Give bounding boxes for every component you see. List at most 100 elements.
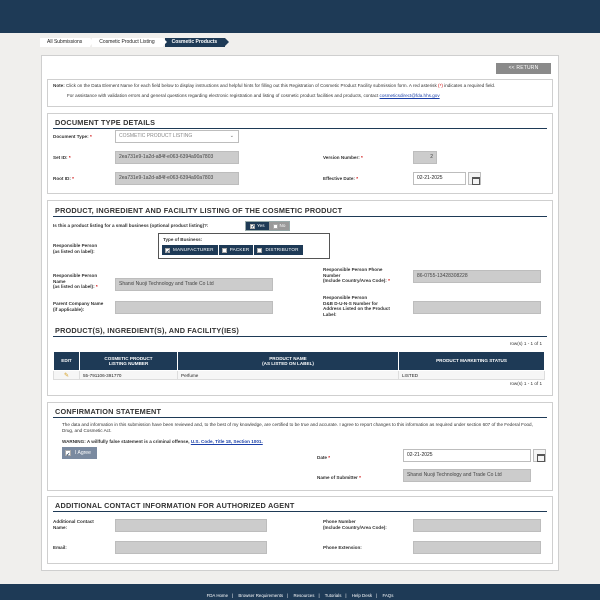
set-id-field: 2ea731e9-1a2d-a84f-e063-6394a90a7803	[115, 151, 239, 164]
products-table: EDIT COSMETIC PRODUCT LISTING NUMBER PROD…	[53, 351, 545, 380]
phone-extension-field	[413, 541, 541, 554]
calendar-icon[interactable]	[533, 449, 546, 462]
additional-contact-name-label[interactable]: Additional Contact Name:	[53, 519, 94, 530]
note-text-2: indicates a required field.	[442, 83, 496, 88]
business-type-distributor[interactable]: DISTRIBUTOR	[254, 245, 303, 255]
col-header-edit[interactable]: EDIT	[53, 351, 80, 371]
email-field	[115, 541, 267, 554]
breadcrumb-all-submissions[interactable]: All Submissions	[40, 38, 95, 47]
small-business-question[interactable]: Is this a product listing for a small bu…	[53, 223, 208, 229]
version-number-label[interactable]: Version Number: *	[323, 155, 363, 161]
edit-cell[interactable]: ✎	[53, 370, 80, 380]
rows-info-top: row(s) 1 - 1 of 1	[509, 341, 542, 346]
chevron-down-icon: ⌄	[229, 133, 234, 139]
marketing-status-cell: LISTED	[398, 370, 545, 380]
effective-date-input[interactable]: 02-21-2025	[413, 172, 466, 185]
business-type-packer[interactable]: PACKER	[218, 245, 254, 255]
section-divider	[53, 216, 547, 217]
listing-section: PRODUCT, INGREDIENT AND FACILITY LISTING…	[47, 200, 553, 396]
date-label[interactable]: Date *	[317, 455, 330, 461]
responsible-person-phone-field: 86-0755-13428308228	[413, 270, 541, 283]
phone-number-label[interactable]: Phone Number (Include Country/Area Code):	[323, 519, 387, 530]
contact-email-link[interactable]: cosmeticsdirect@fda.hhs.gov	[380, 93, 440, 98]
note-prefix: Note:	[53, 83, 65, 88]
confirmation-section: CONFIRMATION STATEMENT The data and info…	[47, 402, 553, 491]
set-id-label[interactable]: Set ID: *	[53, 155, 71, 161]
section-divider	[53, 511, 547, 512]
responsible-person-name-label[interactable]: Responsible Person Name (as listed on labe…	[53, 273, 98, 290]
checkbox-icon	[65, 449, 71, 461]
top-banner	[0, 0, 600, 33]
footer-link-help-desk[interactable]: Help Desk	[352, 593, 372, 598]
section-title-confirmation: CONFIRMATION STATEMENT	[55, 407, 162, 416]
email-label[interactable]: Email:	[53, 545, 67, 551]
version-number-field: 2	[413, 151, 437, 164]
col-header-marketing-status[interactable]: PRODUCT MARKETING STATUS	[398, 351, 545, 371]
i-agree-checkbox[interactable]: I Agree	[62, 447, 97, 461]
effective-date-label[interactable]: Effective Date: *	[323, 176, 358, 182]
duns-number-label[interactable]: Responsible Person D&B D-U-N-S Number for…	[323, 295, 390, 317]
breadcrumb-cosmetic-product-listing[interactable]: Cosmetic Product Listing	[92, 38, 167, 47]
phone-number-field	[413, 519, 541, 532]
section-divider	[53, 128, 547, 129]
type-of-business-group: Type of Business: MANUFACTURER PACKER DI…	[158, 233, 330, 259]
rows-info-bottom: row(s) 1 - 1 of 1	[509, 381, 542, 386]
phone-extension-label[interactable]: Phone Extension:	[323, 545, 362, 551]
product-name-cell: Perfume	[177, 370, 399, 380]
section-title-products: PRODUCT(S), INGREDIENT(S), AND FACILITY(…	[55, 326, 240, 335]
small-business-toggle[interactable]: Yes No	[245, 221, 291, 231]
root-id-field: 2ea731e9-1a2d-a84f-e063-6394a90a7803	[115, 172, 239, 185]
yes-option[interactable]: Yes	[246, 222, 269, 231]
checkbox-icon	[257, 247, 263, 253]
document-type-label[interactable]: Document Type: *	[53, 134, 92, 140]
checkbox-icon	[221, 247, 227, 253]
note-text: Click on the Data Element Name for each …	[64, 83, 439, 88]
us-code-link[interactable]: U.S. Code, Title 18, Section 1001.	[191, 439, 263, 444]
checkbox-icon	[250, 223, 255, 231]
section-title-additional-contact: ADDITIONAL CONTACT INFORMATION FOR AUTHO…	[55, 501, 295, 510]
footer-link-browser-requirements[interactable]: Browser Requirements	[238, 593, 283, 598]
responsible-person-label[interactable]: Responsible Person (as listed on label):	[53, 243, 97, 254]
confirmation-date-input[interactable]: 02-21-2025	[403, 449, 531, 462]
assistance-text: For assistance with validation errors an…	[67, 92, 380, 98]
form-container: << RETURN Note: Click on the Data Elemen…	[41, 55, 559, 571]
business-type-manufacturer[interactable]: MANUFACTURER	[162, 245, 218, 257]
checkbox-icon	[165, 247, 170, 257]
submitter-name-label[interactable]: Name of Submitter *	[317, 475, 361, 481]
footer-link-fda-home[interactable]: FDA Home	[207, 593, 228, 598]
section-divider	[53, 336, 547, 337]
document-type-select[interactable]: COSMETIC PRODUCT LISTING ⌄	[115, 130, 239, 143]
responsible-person-name-field: Shanxi Nuoji Technology and Trade Co Ltd	[115, 278, 273, 291]
responsible-person-phone-label[interactable]: Responsible Person Phone Number (Include C…	[323, 267, 390, 284]
table-row: ✎ 55-791106-391770 Perfume LISTED	[53, 370, 545, 380]
footer-links: FDA Home | Browser Requirements | Resource…	[206, 593, 394, 598]
listing-number-cell: 55-791106-391770	[79, 370, 178, 380]
footer: FDA Home | Browser Requirements | Resource…	[0, 584, 600, 600]
document-type-section: DOCUMENT TYPE DETAILS Document Type: * C…	[47, 113, 553, 194]
footer-link-faqs[interactable]: FAQs	[382, 593, 393, 598]
checkbox-icon	[272, 223, 278, 229]
section-title-listing: PRODUCT, INGREDIENT AND FACILITY LISTING…	[55, 206, 343, 215]
duns-number-field	[413, 301, 541, 314]
instructions-note: Note: Click on the Data Element Name for…	[47, 79, 553, 107]
parent-company-field	[115, 301, 273, 314]
submitter-name-field: Shanxi Nuoji Technology and Trade Co Ltd	[403, 469, 531, 482]
no-option[interactable]: No	[268, 222, 290, 230]
pencil-icon[interactable]: ✎	[64, 373, 69, 379]
additional-contact-name-field	[115, 519, 267, 532]
parent-company-label[interactable]: Parent Company Name (if applicable):	[53, 301, 103, 312]
calendar-icon[interactable]	[468, 172, 481, 185]
footer-link-tutorials[interactable]: Tutorials	[325, 593, 342, 598]
col-header-product-name[interactable]: PRODUCT NAME (AS LISTED ON LABEL)	[177, 351, 399, 371]
confirmation-statement: The data and information in this submiss…	[62, 422, 533, 433]
false-statement-warning: WARNING: A willfully false statement is …	[62, 439, 263, 444]
root-id-label[interactable]: Root ID: *	[53, 176, 74, 182]
breadcrumb-cosmetic-products: Cosmetic Products	[164, 38, 229, 47]
section-divider	[53, 417, 547, 418]
breadcrumb: All Submissions Cosmetic Product Listing…	[40, 38, 229, 47]
return-button[interactable]: << RETURN	[496, 63, 551, 74]
additional-contact-section: ADDITIONAL CONTACT INFORMATION FOR AUTHO…	[47, 496, 553, 564]
col-header-listing-number[interactable]: COSMETIC PRODUCT LISTING NUMBER	[79, 351, 178, 371]
footer-link-resources[interactable]: Resources	[293, 593, 314, 598]
section-title-document-type: DOCUMENT TYPE DETAILS	[55, 118, 156, 127]
